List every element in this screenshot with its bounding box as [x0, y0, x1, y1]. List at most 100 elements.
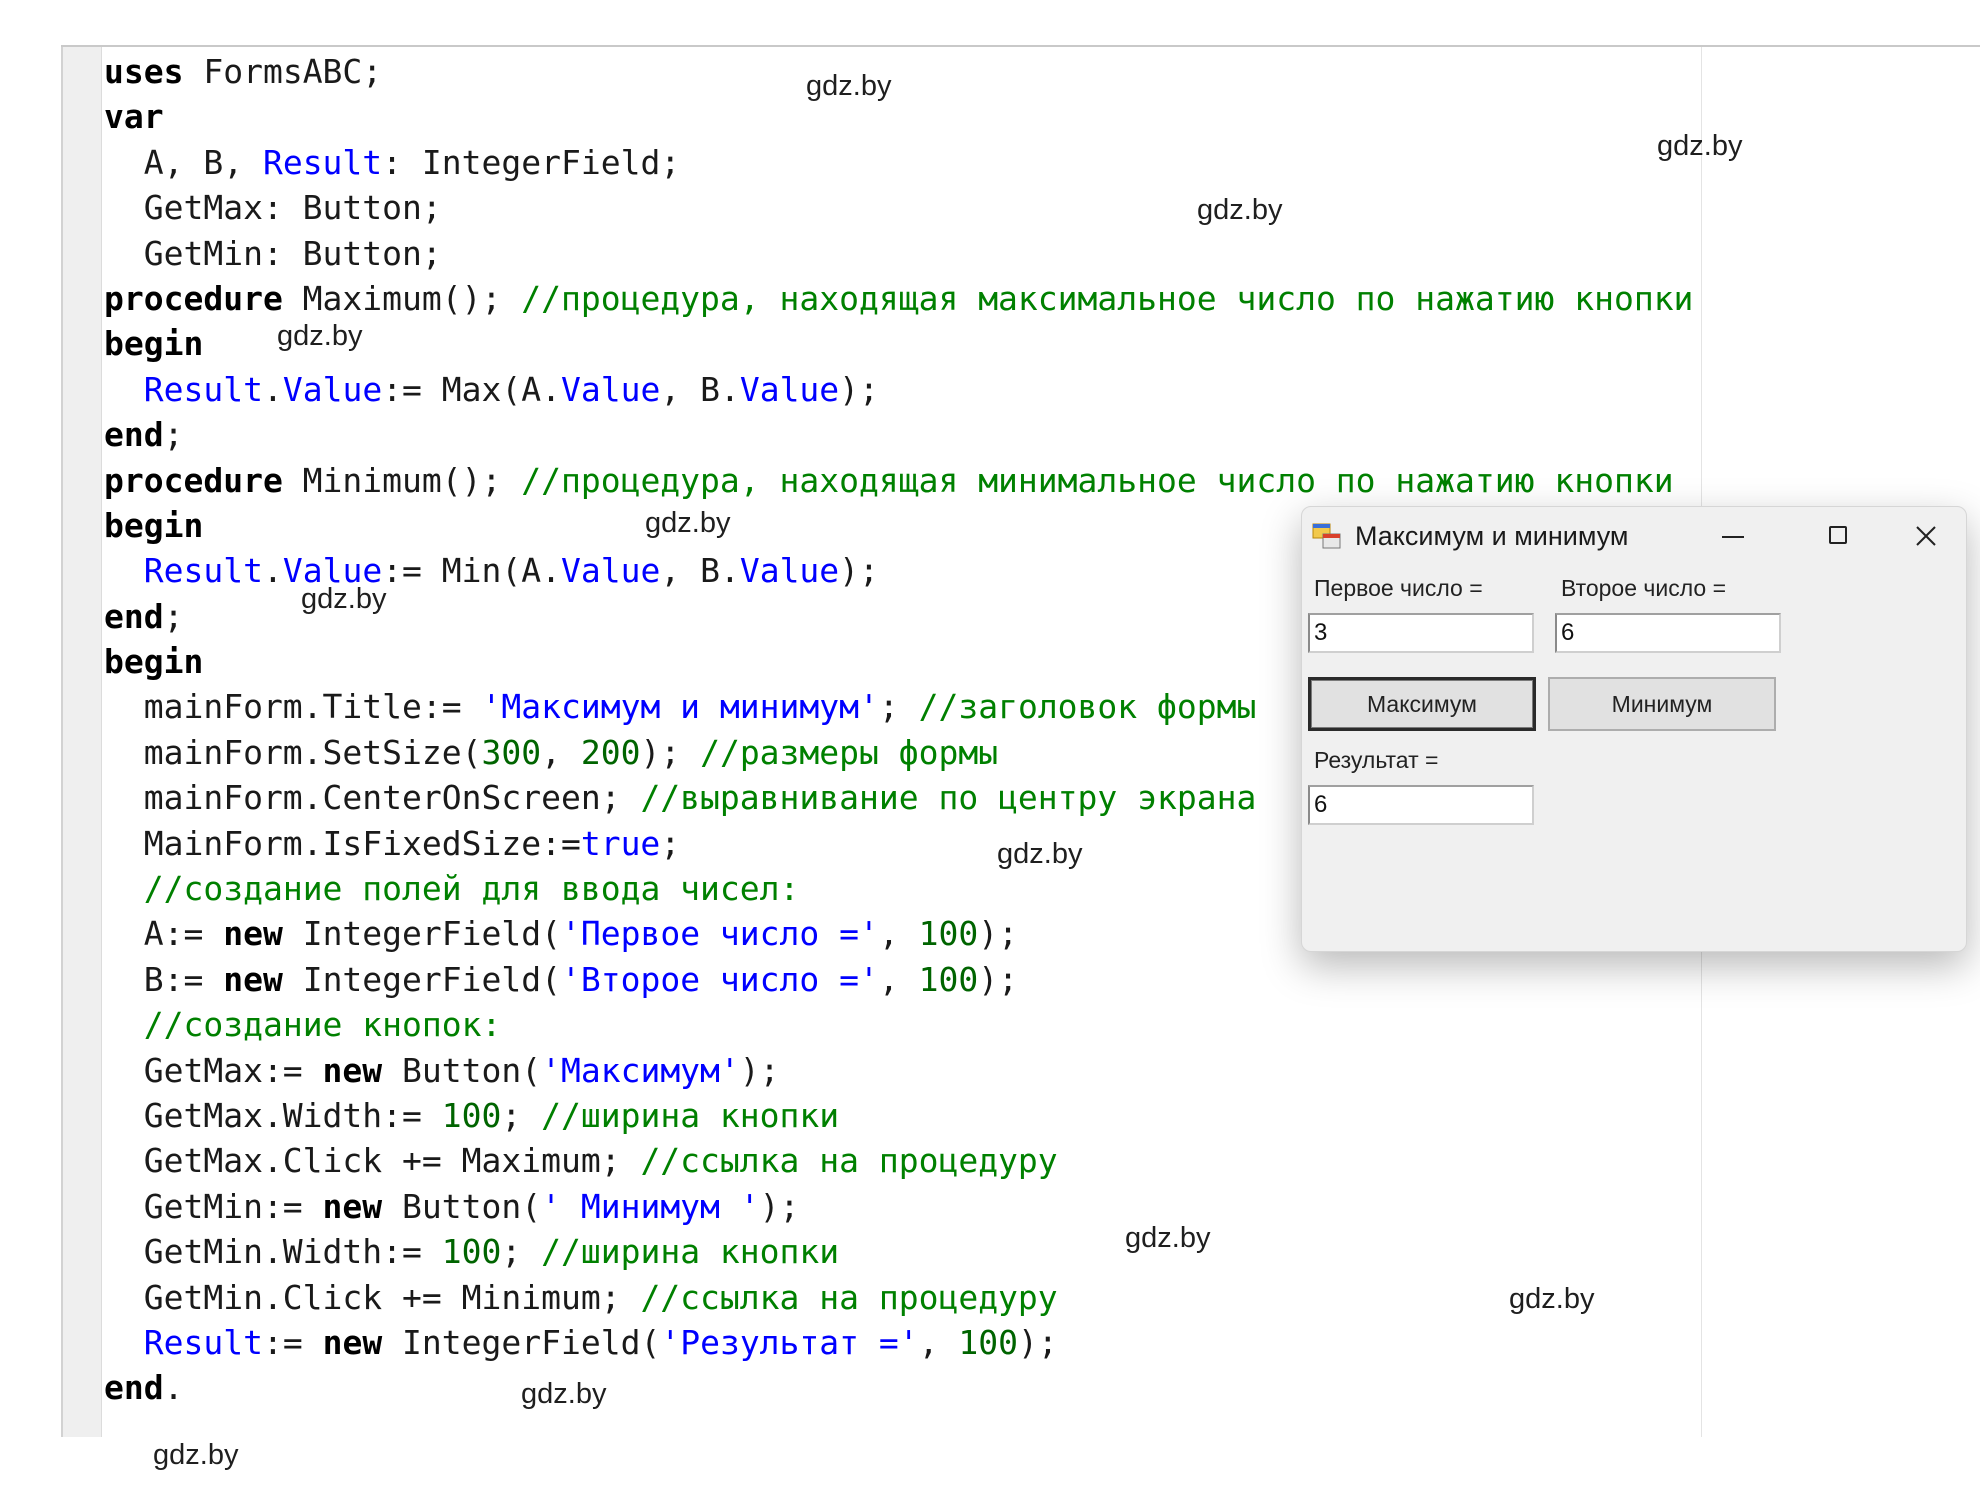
- code-token: Result: [143, 369, 263, 409]
- code-token: //процедура, находящая максимальное числ…: [521, 278, 1694, 318]
- code-token: //заголовок формы: [918, 687, 1257, 727]
- code-token: );: [839, 369, 879, 409]
- watermark: gdz.by: [997, 838, 1083, 870]
- code-token: new: [223, 914, 283, 954]
- code-token: 100: [918, 959, 979, 999]
- code-token: MainForm.IsFixedSize:=: [104, 823, 581, 863]
- watermark: gdz.by: [153, 1439, 239, 1471]
- code-line[interactable]: GetMax.Click += Maximum; //ссылка на про…: [104, 1138, 1693, 1183]
- code-token: GetMin: Button;: [104, 233, 442, 273]
- code-token: 100: [918, 914, 979, 954]
- code-token: := Max(A.: [382, 369, 561, 409]
- code-token: .: [262, 369, 283, 409]
- code-line[interactable]: B:= new IntegerField('Второе число =', 1…: [104, 957, 1693, 1002]
- code-token: 100: [441, 1232, 502, 1272]
- result-input[interactable]: [1308, 785, 1534, 825]
- code-line[interactable]: A, B, Result: IntegerField;: [104, 140, 1693, 185]
- code-token: new: [322, 1186, 383, 1226]
- code-line[interactable]: GetMax.Width:= 100; //ширина кнопки: [104, 1093, 1693, 1138]
- code-token: Result: [143, 551, 263, 591]
- code-line[interactable]: GetMin.Width:= 100; //ширина кнопки: [104, 1229, 1693, 1274]
- code-line[interactable]: GetMin.Click += Minimum; //ссылка на про…: [104, 1275, 1693, 1320]
- watermark: gdz.by: [521, 1378, 607, 1410]
- code-token: Maximum();: [282, 278, 522, 318]
- second-number-label: Второе число =: [1561, 575, 1727, 601]
- watermark: gdz.by: [301, 583, 387, 615]
- watermark: gdz.by: [1125, 1222, 1211, 1254]
- code-token: 'Второе число =': [560, 959, 879, 999]
- code-token: GetMin:=: [104, 1186, 323, 1226]
- code-token: 200: [580, 732, 641, 772]
- code-token: IntegerField(: [282, 959, 561, 999]
- code-token: Button(: [382, 1186, 542, 1226]
- code-token: //создание полей для ввода чисел:: [143, 869, 800, 909]
- first-number-label: Первое число =: [1314, 575, 1483, 601]
- code-token: 300: [481, 732, 542, 772]
- code-token: Value: [282, 369, 383, 409]
- code-token: ,: [878, 914, 919, 954]
- code-token: end: [104, 1368, 164, 1408]
- watermark: gdz.by: [1657, 130, 1743, 162]
- code-token: ,: [878, 959, 919, 999]
- code-token: );: [739, 1050, 780, 1090]
- second-number-input[interactable]: [1555, 613, 1781, 653]
- code-token: Result: [143, 1322, 263, 1362]
- code-token: Button(: [382, 1050, 542, 1090]
- code-token: ,: [541, 732, 581, 772]
- code-token: begin: [104, 642, 204, 682]
- code-line[interactable]: var: [104, 94, 1693, 139]
- code-line[interactable]: GetMax: Button;: [104, 185, 1693, 230]
- code-token: IntegerField(: [282, 914, 561, 954]
- minimum-button[interactable]: Минимум: [1548, 677, 1776, 731]
- code-line[interactable]: Result.Value:= Max(A.Value, B.Value);: [104, 367, 1693, 412]
- code-token: procedure: [104, 460, 283, 500]
- code-token: 'Результат =': [660, 1322, 919, 1362]
- code-token: 100: [958, 1322, 1018, 1362]
- watermark: gdz.by: [1197, 194, 1283, 226]
- code-token: //размеры формы: [700, 732, 999, 772]
- code-line[interactable]: GetMax:= new Button('Максимум');: [104, 1048, 1693, 1093]
- code-token: Minimum();: [282, 460, 522, 500]
- code-token: );: [839, 551, 879, 591]
- code-token: end: [104, 596, 164, 636]
- close-button[interactable]: [1894, 513, 1958, 559]
- code-line[interactable]: procedure Minimum(); //процедура, находя…: [104, 458, 1693, 503]
- code-line[interactable]: GetMin:= new Button(' Минимум ');: [104, 1184, 1693, 1229]
- code-token: Value: [561, 551, 661, 591]
- code-token: GetMax.Click += Maximum;: [104, 1141, 641, 1181]
- code-token: ' Минимум ': [541, 1186, 760, 1226]
- code-token: //создание кнопок:: [143, 1005, 502, 1045]
- code-line[interactable]: end.: [104, 1365, 1693, 1410]
- maximize-button[interactable]: [1806, 513, 1870, 559]
- first-number-input[interactable]: [1308, 613, 1534, 653]
- code-line[interactable]: end;: [104, 412, 1693, 457]
- code-line[interactable]: procedure Maximum(); //процедура, находя…: [104, 276, 1693, 321]
- code-token: Result: [262, 142, 383, 182]
- maximize-icon: [1829, 526, 1847, 544]
- minimize-icon: [1722, 536, 1744, 538]
- close-icon: [1916, 526, 1936, 546]
- code-token: A, B,: [104, 142, 263, 182]
- code-token: 'Максимум': [541, 1050, 740, 1090]
- code-line[interactable]: uses FormsABC;: [104, 49, 1693, 94]
- code-line[interactable]: Result:= new IntegerField('Результат =',…: [104, 1320, 1693, 1365]
- watermark: gdz.by: [1509, 1283, 1595, 1315]
- window-titlebar[interactable]: Максимум и минимум: [1302, 507, 1966, 565]
- code-token: new: [223, 959, 283, 999]
- code-line[interactable]: GetMin: Button;: [104, 231, 1693, 276]
- code-token: GetMin.Width:=: [104, 1232, 442, 1272]
- code-token: //ссылка на процедуру: [640, 1141, 1058, 1181]
- code-token: //ширина кнопки: [541, 1095, 840, 1135]
- code-token: GetMax:=: [104, 1050, 323, 1090]
- maximum-button[interactable]: Максимум: [1308, 677, 1536, 731]
- code-token: 'Максимум и минимум': [481, 687, 879, 727]
- code-token: end: [104, 415, 164, 455]
- minimize-button[interactable]: [1700, 513, 1764, 559]
- code-token: , B.: [660, 551, 740, 591]
- code-token: begin: [104, 505, 204, 545]
- code-line[interactable]: //создание кнопок:: [104, 1002, 1693, 1047]
